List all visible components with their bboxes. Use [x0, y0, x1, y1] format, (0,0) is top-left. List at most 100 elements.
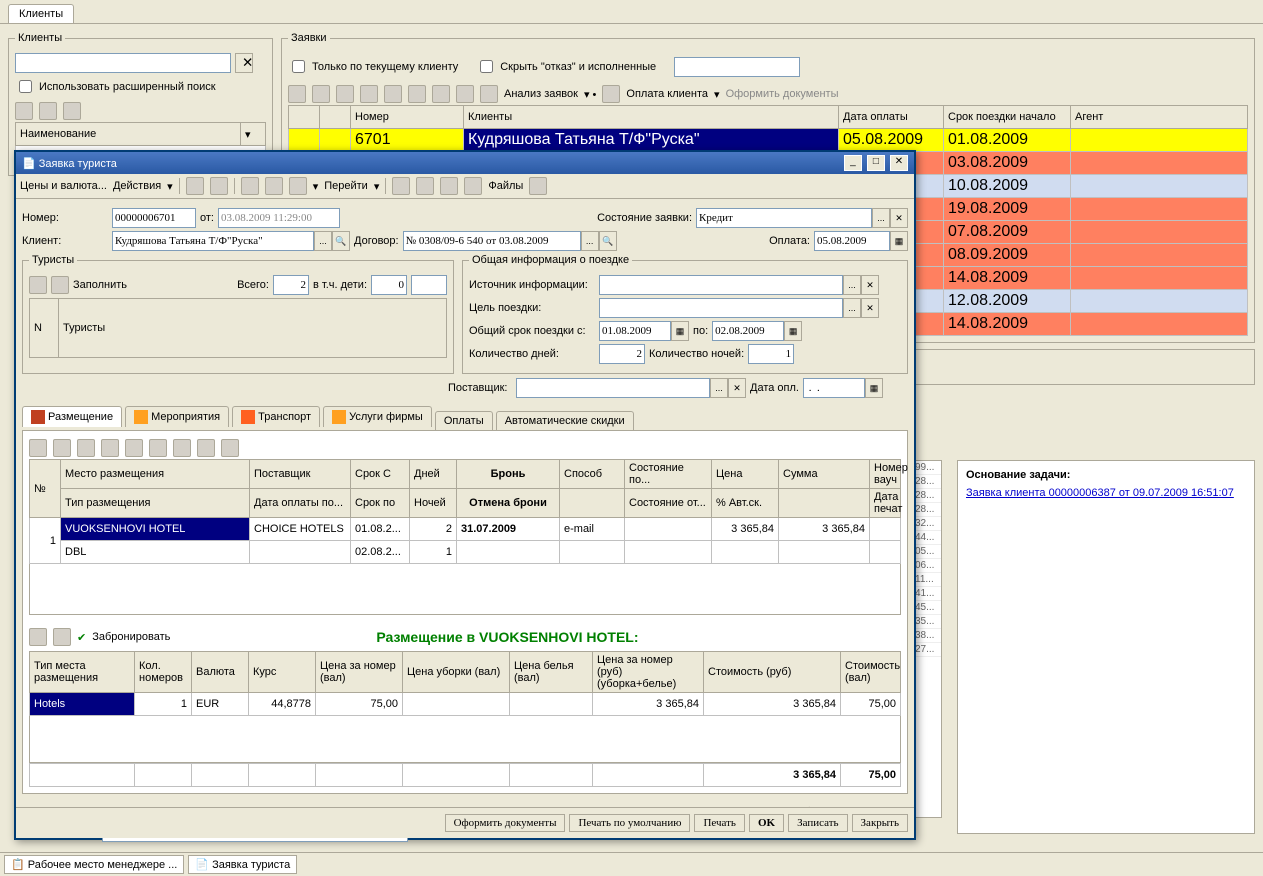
pricing-grid[interactable]: Тип места размещения Кол. номеров Валюта…: [29, 651, 901, 716]
accom-5-icon[interactable]: [125, 439, 143, 457]
src-input[interactable]: [599, 275, 843, 295]
col-days[interactable]: Дней: [410, 460, 457, 489]
taskbar-item-workspace[interactable]: 📋 Рабочее место менеджере ...: [4, 855, 184, 874]
period-from-cal[interactable]: ▦: [671, 321, 689, 341]
tab-discounts[interactable]: Автоматические скидки: [496, 411, 634, 430]
period-from-input[interactable]: [599, 321, 671, 341]
nav-prev-icon[interactable]: [210, 177, 228, 195]
add-tourist-icon[interactable]: [29, 276, 47, 294]
col-ppprr[interactable]: Цена за номер (руб) (уборка+белье): [593, 652, 704, 693]
col-name[interactable]: Наименование: [16, 123, 241, 146]
add-icon[interactable]: [288, 85, 306, 103]
paydate-input[interactable]: [803, 378, 865, 398]
tab-events[interactable]: Мероприятия: [125, 406, 229, 427]
tourists-grid[interactable]: NТуристы: [29, 298, 447, 358]
col-book[interactable]: Бронь: [457, 460, 560, 489]
hide-refuse-input[interactable]: [480, 60, 493, 73]
col-tripstart[interactable]: Срок поездки начало: [944, 106, 1071, 129]
docs-button[interactable]: Оформить документы: [726, 88, 839, 100]
col-clients[interactable]: Клиенты: [464, 106, 839, 129]
supplier-clear-button[interactable]: ✕: [728, 378, 746, 398]
col-type[interactable]: Тип размещения: [61, 489, 250, 518]
help-icon[interactable]: [392, 177, 410, 195]
goto-button[interactable]: Перейти: [324, 180, 368, 192]
del-tourist-icon[interactable]: [51, 276, 69, 294]
col-price[interactable]: Цена: [712, 460, 779, 489]
col-pcostr[interactable]: Стоимость (руб): [704, 652, 841, 693]
requests-search-input[interactable]: [674, 57, 800, 77]
col-n[interactable]: N: [30, 299, 59, 358]
col-from[interactable]: Срок С: [351, 460, 410, 489]
filter2-icon[interactable]: [432, 85, 450, 103]
nav-first-icon[interactable]: [186, 177, 204, 195]
tb-icon-6[interactable]: [464, 177, 482, 195]
accom-up-icon[interactable]: [149, 439, 167, 457]
clients-search-input[interactable]: [15, 53, 231, 73]
refresh-icon[interactable]: [384, 85, 402, 103]
delete-icon[interactable]: [360, 85, 378, 103]
tab-clients[interactable]: Клиенты: [8, 4, 74, 23]
docs-button[interactable]: Оформить документы: [445, 814, 566, 832]
accom-4-icon[interactable]: [101, 439, 119, 457]
col-disc[interactable]: % Авт.ск.: [712, 489, 779, 518]
print-default-button[interactable]: Печать по умолчанию: [569, 814, 690, 832]
chart-icon[interactable]: [480, 85, 498, 103]
files-button[interactable]: Файлы: [488, 180, 523, 192]
col-printdate[interactable]: Дата печат: [870, 489, 901, 518]
book-add-icon[interactable]: [29, 628, 47, 646]
col-method[interactable]: Способ: [560, 460, 625, 489]
accom-down-icon[interactable]: [173, 439, 191, 457]
minimize-button[interactable]: _: [844, 155, 862, 171]
col-cancel[interactable]: Отмена брони: [457, 489, 560, 518]
maximize-button[interactable]: □: [867, 155, 885, 171]
tb-icon-4[interactable]: [416, 177, 434, 195]
days-input[interactable]: [599, 344, 645, 364]
extended-search-checkbox[interactable]: Использовать расширенный поиск: [15, 77, 266, 96]
goal-clear-button[interactable]: ✕: [861, 298, 879, 318]
task-link[interactable]: Заявка клиента 00000006387 от 09.07.2009…: [966, 487, 1246, 499]
accom-8-icon[interactable]: [197, 439, 215, 457]
client-select-button[interactable]: ...: [314, 231, 332, 251]
accom-add-icon[interactable]: [29, 439, 47, 457]
request-row[interactable]: 6701Кудряшова Татьяна Т/Ф"Руска"05.08.20…: [289, 129, 1248, 152]
pay-button[interactable]: Оплата клиента: [626, 88, 708, 100]
tab-payments[interactable]: Оплаты: [435, 411, 493, 430]
col-scroll[interactable]: ▾: [241, 123, 266, 146]
accom-3-icon[interactable]: [77, 439, 95, 457]
filter-icon[interactable]: [408, 85, 426, 103]
period-to-input[interactable]: [712, 321, 784, 341]
close-button[interactable]: ✕: [890, 155, 908, 171]
col-pppr[interactable]: Цена за номер (вал): [316, 652, 403, 693]
add-icon[interactable]: [15, 102, 33, 120]
tb-icon-5[interactable]: [440, 177, 458, 195]
book-del-icon[interactable]: [53, 628, 71, 646]
col-plinen[interactable]: Цена белья (вал): [510, 652, 593, 693]
tb-icon-7[interactable]: [529, 177, 547, 195]
contract-select-button[interactable]: ...: [581, 231, 599, 251]
edit-icon[interactable]: [39, 102, 57, 120]
col-state2[interactable]: Состояние от...: [625, 489, 712, 518]
accom-row-1[interactable]: 1 VUOKSENHOVI HOTEL CHOICE HOTELS 01.08.…: [30, 518, 901, 541]
col-to[interactable]: Срок по: [351, 489, 410, 518]
ok-button[interactable]: OK: [749, 814, 784, 832]
supplier-select-button[interactable]: ...: [710, 378, 728, 398]
col-n[interactable]: №: [30, 460, 61, 518]
accom-row-1b[interactable]: DBL 02.08.2... 1: [30, 541, 901, 564]
col-pcostv[interactable]: Стоимость (вал): [841, 652, 901, 693]
col-pcurr[interactable]: Валюта: [192, 652, 249, 693]
close-button[interactable]: Закрыть: [852, 814, 908, 832]
taskbar-item-request[interactable]: 📄 Заявка туриста: [188, 855, 297, 874]
pay-input[interactable]: [814, 231, 890, 251]
tb-icon-1[interactable]: [241, 177, 259, 195]
col-state[interactable]: Состояние по...: [625, 460, 712, 489]
tab-accommodation[interactable]: Размещение: [22, 406, 122, 427]
dialog-titlebar[interactable]: 📄 Заявка туриста _ □ ✕: [16, 152, 914, 174]
tab-services[interactable]: Услуги фирмы: [323, 406, 432, 427]
state-clear-button[interactable]: ✕: [890, 208, 908, 228]
pricing-row[interactable]: Hotels 1 EUR 44,8778 75,00 3 365,84 3 36…: [30, 693, 901, 716]
client-input[interactable]: [112, 231, 314, 251]
period-to-cal[interactable]: ▦: [784, 321, 802, 341]
col-tourists[interactable]: Туристы: [59, 299, 447, 358]
contract-input[interactable]: [403, 231, 581, 251]
total-input[interactable]: [273, 275, 309, 295]
